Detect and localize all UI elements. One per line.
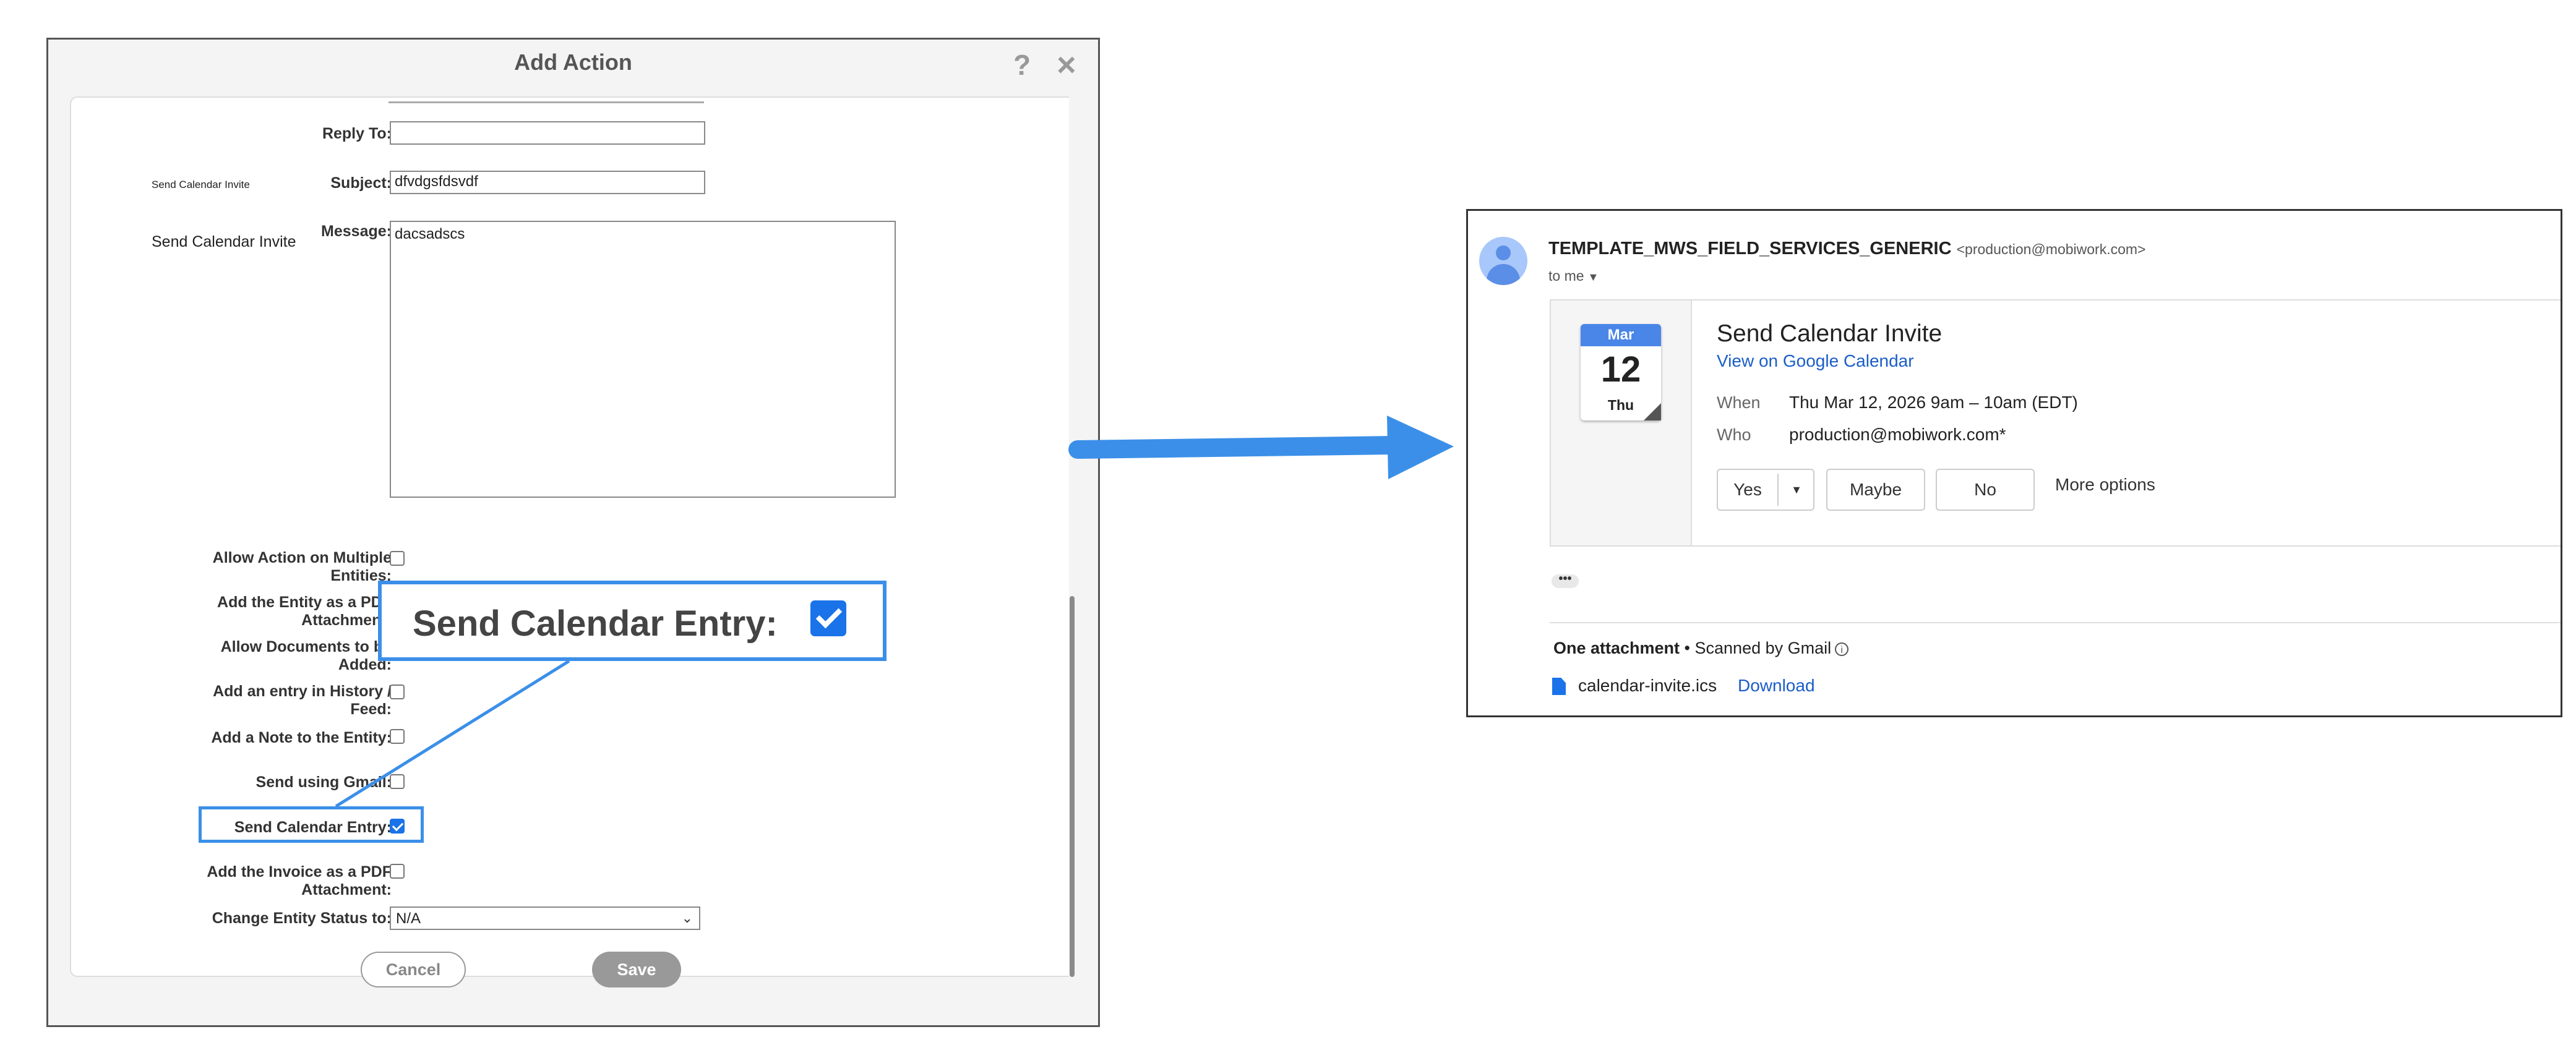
event-title: Send Calendar Invite [1717,320,1943,347]
info-icon[interactable]: i [1835,642,1849,656]
who-value: production@mobiwork.com* [1789,425,2006,444]
calendar-event-card: Mar 12 Thu Send Calendar Invite View on … [1550,299,2561,547]
chevron-down-icon[interactable]: ▼ [1779,470,1814,510]
cal-day: 12 [1600,349,1641,390]
gmail-message: TEMPLATE_MWS_FIELD_SERVICES_GENERIC <pro… [1466,209,2562,717]
cal-month: Mar [1581,324,1661,346]
scanned-by-gmail: Scanned by Gmail [1694,639,1832,657]
rsvp-yes-button[interactable]: Yes [1718,470,1777,510]
who-label: Who [1717,425,1751,444]
attachment-count: One attachment [1553,639,1680,657]
when-value: Thu Mar 12, 2026 9am – 10am (EDT) [1789,393,2078,412]
download-link[interactable]: Download [1738,676,1815,696]
sender: TEMPLATE_MWS_FIELD_SERVICES_GENERIC <pro… [1548,239,2145,259]
attachment-file-name[interactable]: calendar-invite.ics [1578,676,1717,696]
callout-checkbox-icon [810,600,846,636]
show-trimmed-content-button[interactable]: ••• [1552,573,1579,588]
sender-name: TEMPLATE_MWS_FIELD_SERVICES_GENERIC [1548,239,1952,258]
sender-email: <production@mobiwork.com> [1956,241,2146,257]
rsvp-no-button[interactable]: No [1936,469,2035,511]
recipient-text: to me [1548,268,1584,284]
divider [1550,622,2561,623]
rsvp-yes-group: Yes ▼ [1717,469,1814,511]
when-label: When [1717,393,1761,412]
avatar [1479,237,1527,285]
view-on-google-calendar-link[interactable]: View on Google Calendar [1717,351,1914,371]
rsvp-maybe-button[interactable]: Maybe [1826,469,1925,511]
recipient-toggle[interactable]: to me ▼ [1548,268,1599,284]
calendar-icon: Mar 12 Thu [1581,324,1661,420]
send-calendar-entry-callout: Send Calendar Entry: [378,581,887,661]
attachment-heading: One attachment • Scanned by Gmail i [1553,639,1849,658]
send-calendar-entry-highlight [199,806,424,843]
callout-text: Send Calendar Entry: [413,604,778,644]
file-icon [1552,678,1566,695]
more-options-link[interactable]: More options [2055,475,2155,495]
caret-down-icon: ▼ [1587,271,1599,283]
